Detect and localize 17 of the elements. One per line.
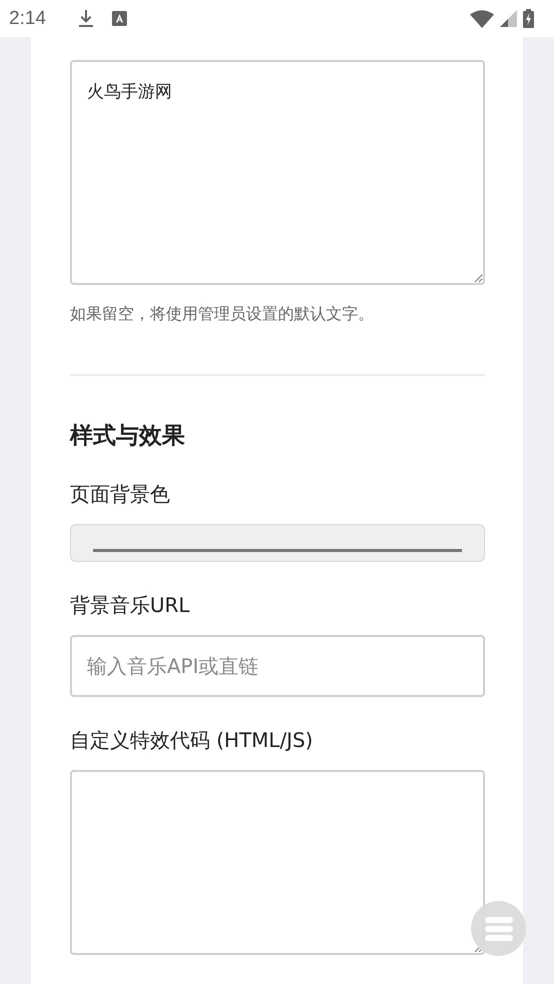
color-swatch-icon <box>93 549 462 552</box>
signal-icon <box>500 10 517 27</box>
hint-text: 如果留空，将使用管理员设置的默认文字。 <box>70 304 375 325</box>
section-heading: 样式与效果 <box>70 422 186 451</box>
text-area[interactable]: 火鸟手游网 <box>70 60 485 285</box>
download-icon <box>78 10 94 28</box>
color-picker[interactable] <box>70 524 485 562</box>
field-label: 页面背景色 <box>70 481 171 507</box>
field-label: 背景音乐URL <box>70 592 191 618</box>
battery-icon <box>523 9 534 28</box>
field-label: 自定义特效代码 (HTML/JS) <box>70 727 314 753</box>
code-area[interactable] <box>70 770 485 955</box>
menu-icon <box>484 916 512 940</box>
status-time: 2:14 <box>9 8 46 30</box>
text-a-icon <box>112 11 127 26</box>
input-field[interactable]: 输入音乐API或直链 <box>70 635 485 697</box>
wifi-icon <box>470 10 494 28</box>
